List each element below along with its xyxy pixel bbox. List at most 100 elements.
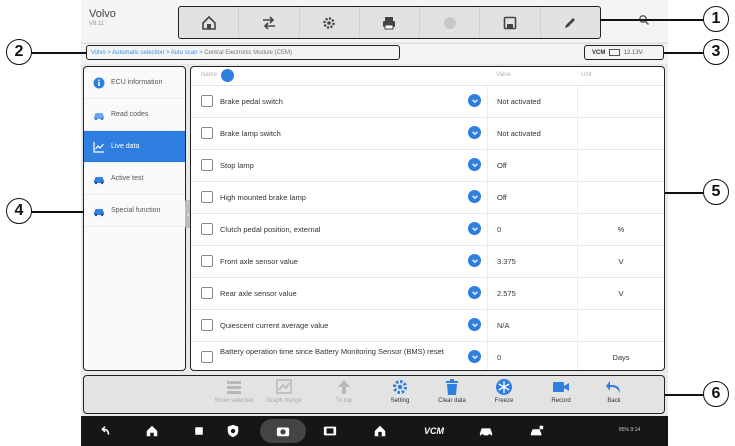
row-value: Not activated bbox=[497, 97, 541, 106]
setting-button[interactable]: Setting bbox=[375, 378, 425, 404]
row-checkbox[interactable] bbox=[201, 319, 213, 331]
callout-5: 5 bbox=[703, 179, 729, 205]
row-value: Not activated bbox=[497, 129, 541, 138]
callout-4: 4 bbox=[6, 198, 32, 224]
edit-button[interactable] bbox=[541, 7, 600, 38]
record-button[interactable] bbox=[420, 7, 481, 38]
row-unit: V bbox=[618, 289, 624, 298]
row-value: 3.375 bbox=[497, 257, 516, 266]
chevron-down-icon[interactable] bbox=[468, 318, 481, 331]
row-checkbox[interactable] bbox=[201, 127, 213, 139]
table-row[interactable]: Quiescent current average value N/A bbox=[191, 310, 664, 342]
column-divider bbox=[577, 86, 578, 117]
table-row[interactable]: Stop lamp Off bbox=[191, 150, 664, 182]
column-divider bbox=[487, 278, 488, 309]
chevron-down-icon[interactable] bbox=[468, 158, 481, 171]
diagnostics-home-icon[interactable] bbox=[372, 423, 388, 439]
table-row[interactable]: Clutch pedal position, external 0% bbox=[191, 214, 664, 246]
snowflake-icon bbox=[495, 378, 513, 396]
vehicle-swap-button[interactable] bbox=[239, 7, 300, 38]
chevron-down-icon[interactable] bbox=[468, 94, 481, 107]
row-unit: % bbox=[617, 225, 625, 234]
row-value: 2.575 bbox=[497, 289, 516, 298]
row-checkbox[interactable] bbox=[201, 191, 213, 203]
chevron-down-icon[interactable] bbox=[468, 190, 481, 203]
home-nav-icon[interactable] bbox=[144, 423, 160, 439]
save-button[interactable] bbox=[480, 7, 541, 38]
recent-apps-icon[interactable] bbox=[191, 423, 207, 439]
back-icon bbox=[605, 378, 623, 396]
sidebar-item-read-codes[interactable]: Read codes bbox=[84, 99, 185, 131]
callout-line-6 bbox=[665, 394, 704, 396]
settings-button[interactable] bbox=[300, 7, 360, 38]
column-divider bbox=[487, 214, 488, 245]
column-divider bbox=[487, 86, 488, 117]
vcm-status: VCM 12.13V bbox=[584, 45, 664, 60]
print-button[interactable] bbox=[360, 7, 421, 38]
vcm-app-icon[interactable]: VCM bbox=[422, 423, 446, 439]
home-button[interactable] bbox=[179, 7, 240, 38]
breadcrumb-path[interactable]: Volvo > Automatic selection > Auto scan … bbox=[91, 50, 204, 56]
row-name: Rear axle sensor value bbox=[220, 289, 297, 298]
camera-button[interactable] bbox=[260, 419, 306, 443]
graph-merge-button[interactable]: Graph merge bbox=[259, 378, 309, 404]
sidebar-item-ecu-information[interactable]: ECU information bbox=[84, 67, 185, 99]
car-codes-icon bbox=[93, 109, 105, 121]
car-test-icon bbox=[93, 173, 105, 185]
to-top-button[interactable]: To top bbox=[319, 378, 369, 404]
row-checkbox[interactable] bbox=[201, 95, 213, 107]
vcm-label: VCM bbox=[592, 50, 606, 56]
column-divider bbox=[577, 310, 578, 341]
row-checkbox[interactable] bbox=[201, 287, 213, 299]
android-navigation-bar: VCM 85% 9:14 bbox=[81, 416, 668, 446]
button-label: To top bbox=[335, 398, 353, 404]
sidebar-item-special-function[interactable]: Special function bbox=[84, 195, 185, 227]
chevron-down-icon[interactable] bbox=[468, 222, 481, 235]
clear-data-button[interactable]: Clear data bbox=[427, 378, 477, 404]
sidebar-item-live-data[interactable]: Live data bbox=[84, 131, 185, 163]
sort-toggle-icon[interactable] bbox=[221, 69, 234, 82]
table-row[interactable]: Brake pedal switch Not activated bbox=[191, 86, 664, 118]
table-row[interactable]: Battery operation time since Battery Mon… bbox=[191, 342, 664, 370]
callout-1: 1 bbox=[703, 6, 729, 32]
column-divider bbox=[577, 278, 578, 309]
print-icon bbox=[383, 16, 396, 29]
car-function-icon bbox=[93, 205, 105, 217]
chevron-down-icon[interactable] bbox=[468, 254, 481, 267]
button-label: Graph merge bbox=[266, 398, 302, 404]
breadcrumb[interactable]: Volvo > Automatic selection > Auto scan … bbox=[86, 45, 400, 60]
car-app-icon[interactable] bbox=[478, 423, 494, 439]
chevron-down-icon[interactable] bbox=[468, 350, 481, 363]
column-header-unit: Unit bbox=[581, 72, 592, 78]
screen-mirror-icon[interactable] bbox=[322, 423, 338, 439]
chevron-down-icon[interactable] bbox=[468, 126, 481, 139]
home-icon bbox=[201, 15, 216, 30]
freeze-button[interactable]: Freeze bbox=[479, 378, 529, 404]
row-checkbox[interactable] bbox=[201, 223, 213, 235]
back-nav-icon[interactable] bbox=[97, 423, 113, 439]
shield-app-icon[interactable] bbox=[225, 423, 241, 439]
settings-icon bbox=[323, 16, 335, 29]
row-value: Off bbox=[497, 193, 507, 202]
column-divider bbox=[577, 150, 578, 181]
breadcrumb-current: Central Electronic Module (CEM) bbox=[204, 50, 292, 56]
record-button[interactable]: Record bbox=[536, 378, 586, 404]
chevron-down-icon[interactable] bbox=[468, 286, 481, 299]
table-row[interactable]: High mounted brake lamp Off bbox=[191, 182, 664, 214]
column-divider bbox=[577, 246, 578, 277]
show-selected-button[interactable]: Show selected bbox=[209, 378, 259, 404]
row-checkbox[interactable] bbox=[201, 255, 213, 267]
back-button[interactable]: Back bbox=[589, 378, 639, 404]
battery-clock: 85% 9:14 bbox=[619, 427, 641, 433]
service-app-icon[interactable] bbox=[529, 423, 545, 439]
row-checkbox[interactable] bbox=[201, 159, 213, 171]
table-row[interactable]: Front axle sensor value 3.375 V bbox=[191, 246, 664, 278]
sidebar-item-label: Active test bbox=[111, 175, 144, 182]
gear-icon bbox=[391, 378, 409, 396]
table-row[interactable]: Brake lamp switch Not activated bbox=[191, 118, 664, 150]
table-row[interactable]: Rear axle sensor value 2.575 V bbox=[191, 278, 664, 310]
column-divider bbox=[577, 342, 578, 370]
sidebar-item-active-test[interactable]: Active test bbox=[84, 163, 185, 195]
row-checkbox[interactable] bbox=[201, 351, 213, 363]
table-body: Brake pedal switch Not activated Brake lam… bbox=[191, 86, 664, 370]
